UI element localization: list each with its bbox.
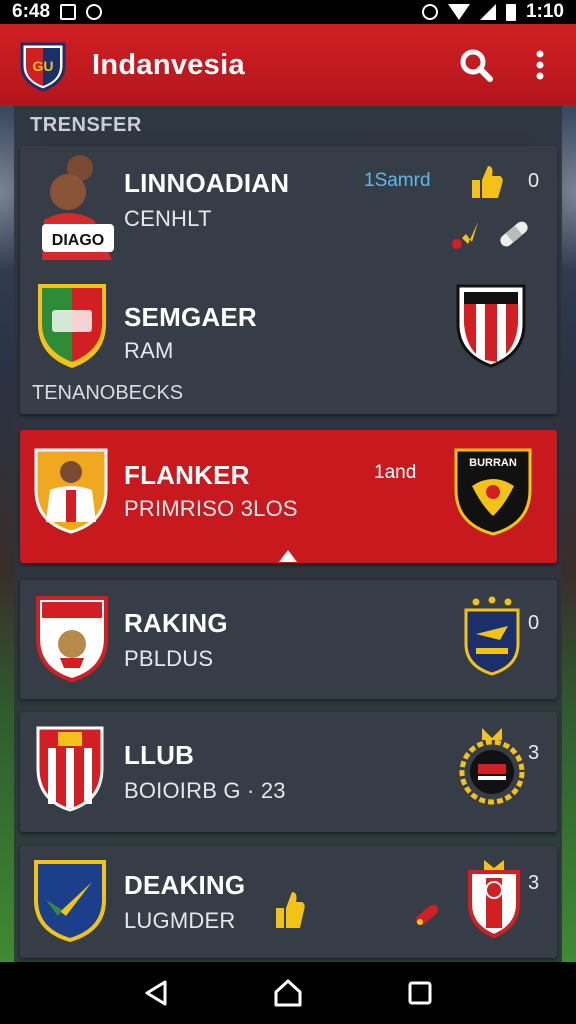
navigation-bar bbox=[0, 962, 576, 1024]
battery-icon bbox=[505, 3, 516, 21]
card-name: DEAKING bbox=[124, 870, 246, 900]
back-icon bbox=[145, 980, 167, 1006]
opponent-crest[interactable] bbox=[464, 858, 524, 938]
home-button[interactable] bbox=[268, 973, 308, 1013]
team-crest[interactable] bbox=[32, 858, 108, 942]
recents-button[interactable] bbox=[400, 973, 440, 1013]
thumbs-up-icon[interactable] bbox=[468, 164, 504, 200]
lock-icon bbox=[421, 4, 438, 20]
card-name: SEMGAER bbox=[124, 302, 257, 332]
app-logo-icon[interactable]: GU bbox=[16, 38, 70, 92]
bandage-icon[interactable] bbox=[494, 216, 534, 252]
hand-icon[interactable] bbox=[448, 218, 482, 252]
card-name: RAKING bbox=[124, 608, 228, 638]
status-time-left: 6:48 bbox=[12, 1, 51, 22]
card-count: 0 bbox=[528, 612, 540, 634]
card-subtitle: PRIMRISO 3LOS bbox=[124, 496, 298, 521]
player-shirt-text: DIAGO bbox=[52, 232, 104, 249]
transfer-card[interactable]: DEAKING LUGMDER 3 bbox=[20, 846, 557, 958]
search-icon bbox=[460, 49, 493, 82]
opponent-crest[interactable] bbox=[460, 596, 524, 676]
team-crest[interactable] bbox=[34, 594, 110, 682]
app-logo-text: GU bbox=[33, 58, 54, 74]
thumbs-up-icon[interactable] bbox=[272, 890, 306, 930]
signal-icon bbox=[479, 4, 496, 20]
team-crest[interactable] bbox=[34, 724, 106, 812]
flanker-crest-text: BURRAN bbox=[469, 457, 517, 469]
card-name: LLUB bbox=[124, 740, 195, 770]
card-name: LINNOADIAN bbox=[124, 168, 290, 198]
back-button[interactable] bbox=[136, 973, 176, 1013]
status-bar: 6:48 1:10 bbox=[0, 0, 576, 24]
card-meta: 1Samrd bbox=[364, 170, 431, 191]
opponent-crest[interactable] bbox=[456, 724, 528, 808]
app-title: Indanvesia bbox=[92, 48, 245, 81]
card-meta: 1and bbox=[374, 462, 417, 483]
wifi-icon bbox=[447, 4, 470, 20]
section-label: TRENSFER bbox=[30, 114, 142, 136]
more-vert-icon bbox=[536, 50, 544, 80]
team-crest[interactable] bbox=[34, 280, 110, 370]
transfer-card-highlighted[interactable]: FLANKER PRIMRISO 3LOS 1and BURRAN bbox=[20, 430, 557, 563]
card-count: 3 bbox=[528, 742, 540, 764]
more-options-button[interactable] bbox=[520, 45, 560, 85]
card-subtitle: LUGMDER bbox=[124, 908, 236, 933]
selection-pointer bbox=[279, 550, 297, 562]
card-subtitle: PBLDUS bbox=[124, 646, 214, 671]
card-subtitle: BOIOIRB G · 23 bbox=[124, 778, 286, 803]
app-bar: GU Indanvesia bbox=[0, 24, 576, 106]
opponent-crest[interactable]: BURRAN bbox=[452, 446, 534, 536]
card-footer: TENANOBECKS bbox=[32, 382, 184, 404]
card-subtitle: CENHLT bbox=[124, 206, 212, 231]
home-icon bbox=[274, 979, 302, 1007]
card-name: FLANKER bbox=[124, 460, 250, 490]
transfer-card[interactable]: LLUB BOIOIRB G · 23 3 bbox=[20, 712, 557, 832]
player-avatar[interactable]: DIAGO bbox=[38, 152, 116, 260]
card-subtitle: RAM bbox=[124, 338, 174, 363]
card-count: 0 bbox=[528, 170, 540, 192]
card-count: 3 bbox=[528, 872, 540, 894]
whistle-icon[interactable] bbox=[412, 900, 442, 930]
transfer-card[interactable]: RAKING PBLDUS 0 bbox=[20, 580, 557, 699]
status-time-right: 1:10 bbox=[525, 1, 564, 22]
player-crest[interactable] bbox=[32, 446, 110, 534]
notification-box-icon bbox=[60, 4, 77, 20]
transfer-card[interactable]: DIAGO LINNOADIAN CENHLT 1Samrd 0 SEMGAER… bbox=[20, 146, 557, 414]
recents-icon bbox=[408, 981, 432, 1005]
search-button[interactable] bbox=[456, 45, 496, 85]
alarm-icon bbox=[86, 4, 103, 20]
opponent-crest[interactable] bbox=[454, 282, 528, 368]
